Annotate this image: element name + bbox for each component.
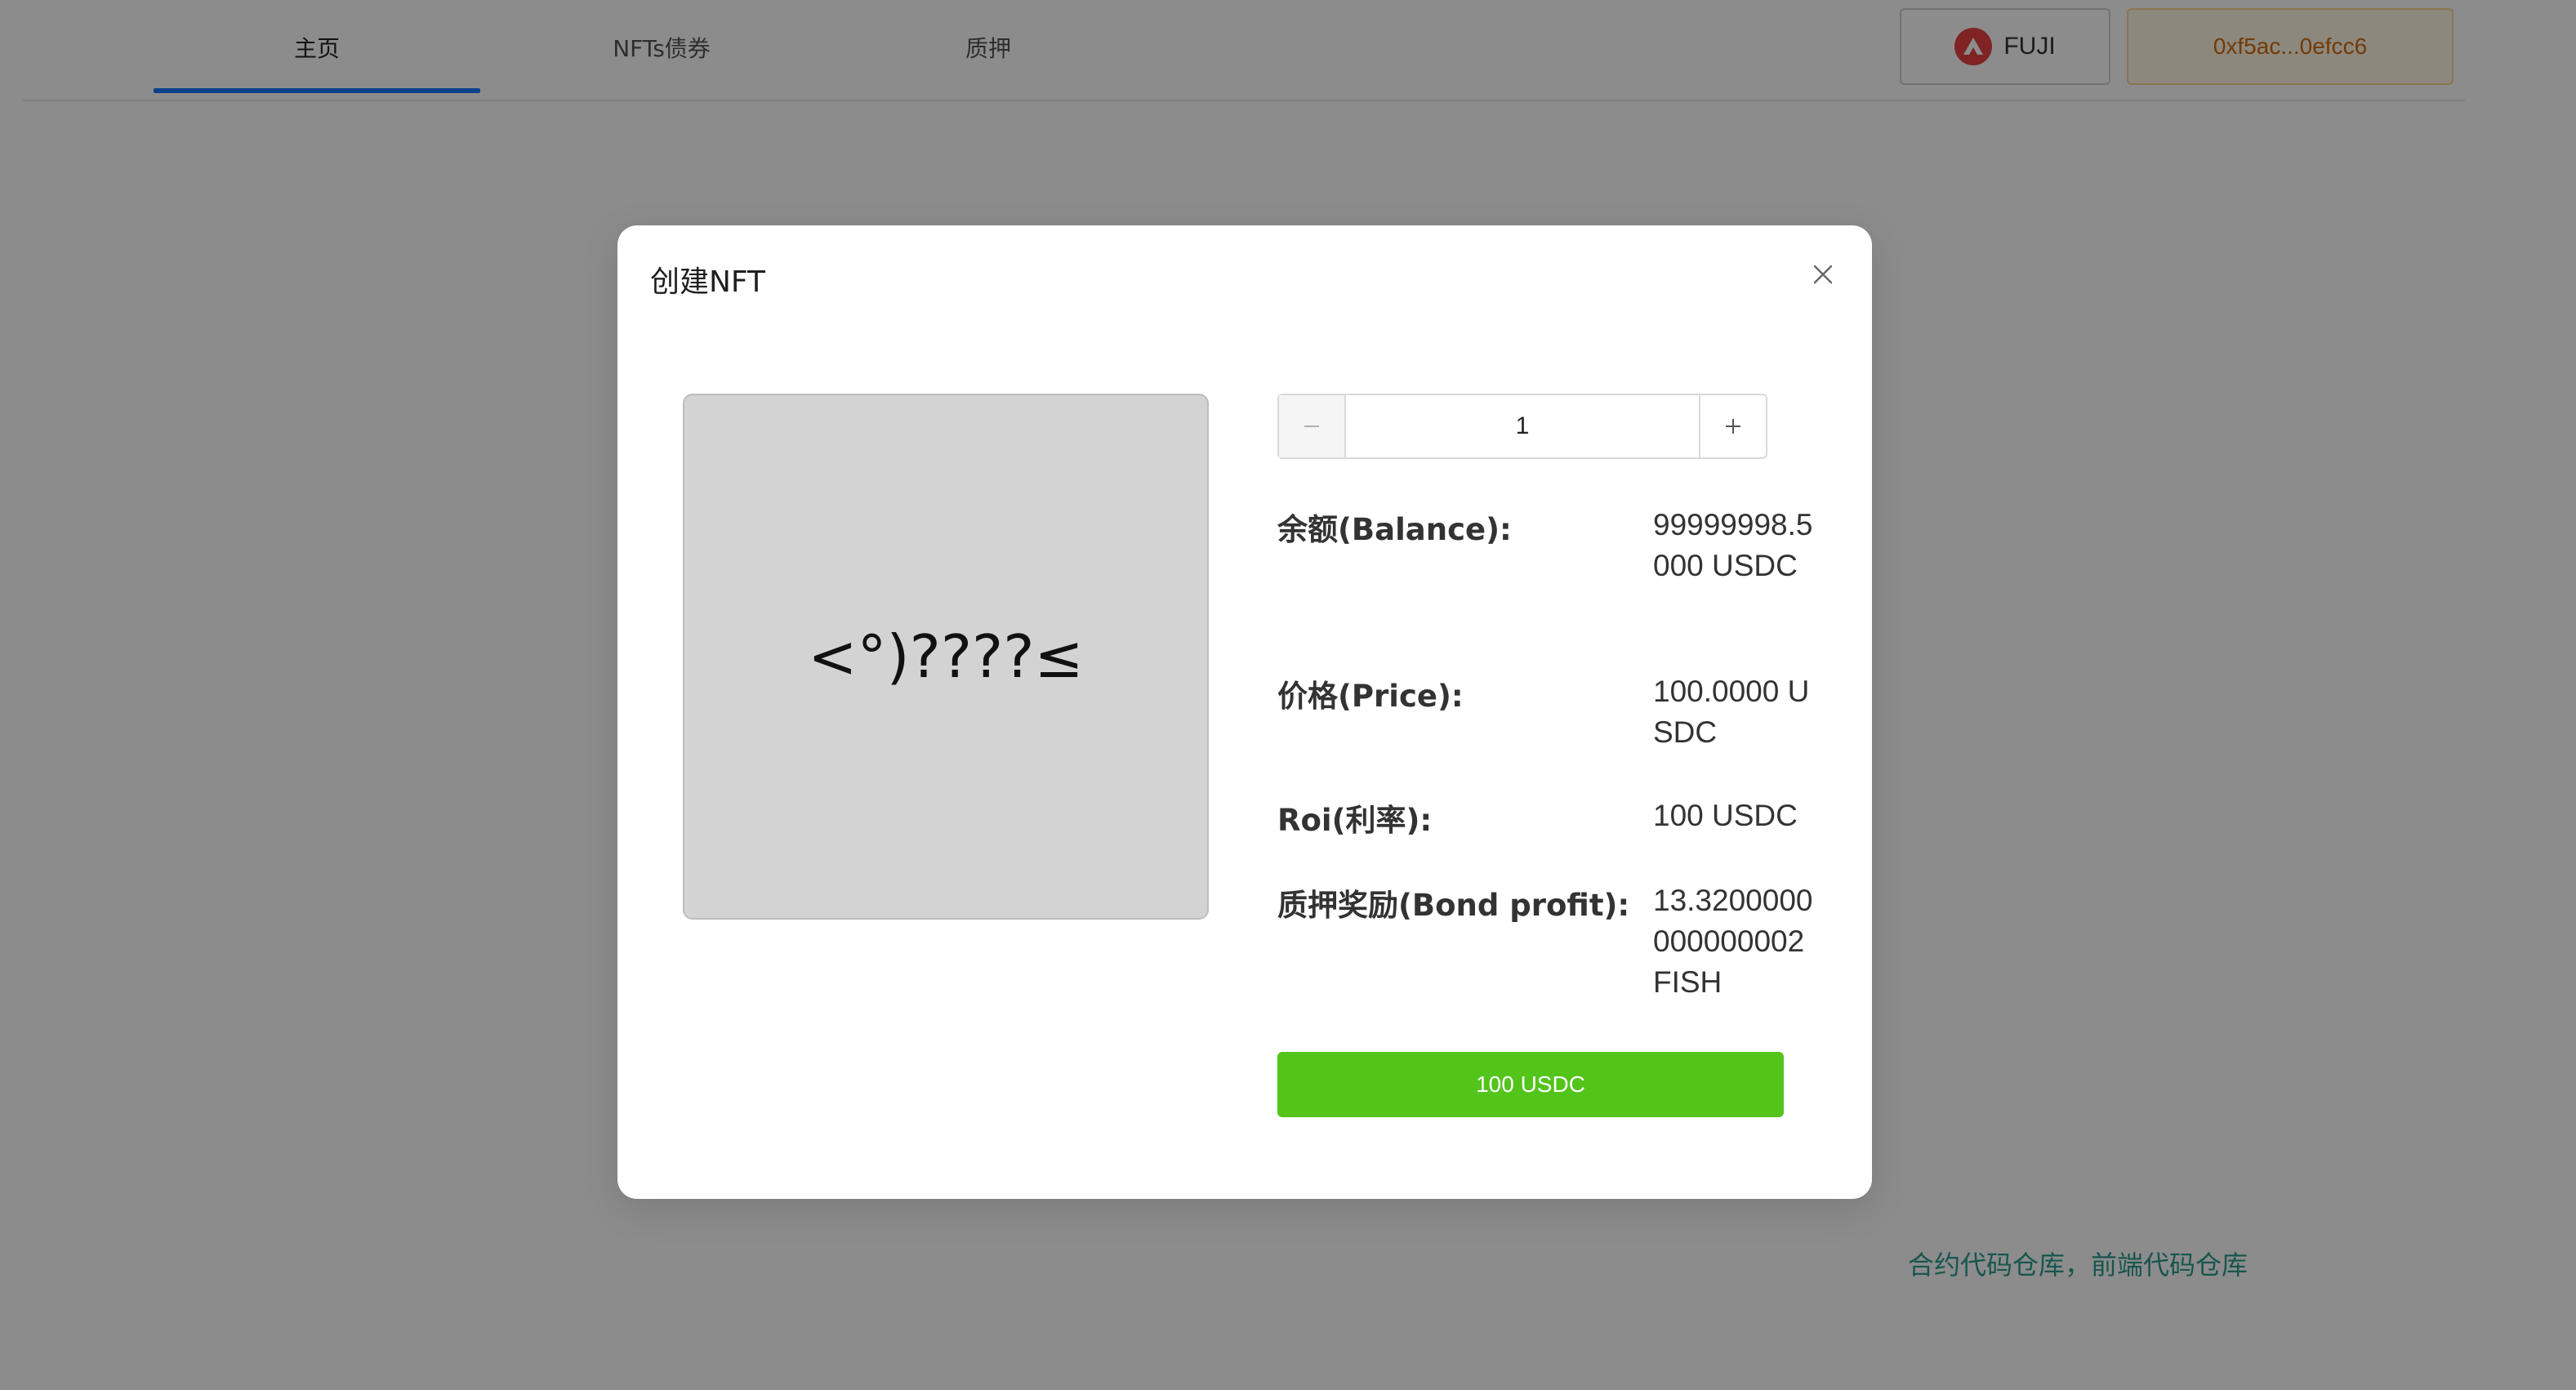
roi-value: 100 USDC bbox=[1653, 799, 1798, 832]
create-nft-modal: 创建NFT <°)????≤ 余额(Balance): 99999998.500… bbox=[617, 225, 1872, 1199]
bond-profit-value: 13.3200000000000002 FISH bbox=[1653, 884, 1813, 999]
decrement-button[interactable] bbox=[1279, 395, 1346, 457]
price-label: 价格(Price): bbox=[1277, 679, 1464, 714]
quantity-stepper bbox=[1277, 394, 1767, 459]
nft-preview-text: <°)????≤ bbox=[808, 622, 1084, 691]
quantity-input[interactable] bbox=[1346, 395, 1699, 457]
balance-value: 99999998.5000 USDC bbox=[1653, 508, 1813, 582]
increment-button[interactable] bbox=[1699, 395, 1766, 457]
plus-icon bbox=[1726, 419, 1740, 434]
buy-nft-button[interactable]: 100 USDC bbox=[1277, 1052, 1784, 1117]
minus-icon bbox=[1304, 425, 1319, 427]
roi-label: Roi(利率): bbox=[1277, 803, 1433, 838]
price-value: 100.0000 USDC bbox=[1653, 675, 1810, 749]
close-icon[interactable] bbox=[1805, 256, 1841, 292]
balance-label: 余额(Balance): bbox=[1277, 512, 1512, 547]
modal-title: 创建NFT bbox=[650, 265, 765, 299]
bond-profit-label: 质押奖励(Bond profit): bbox=[1277, 888, 1630, 923]
nft-preview-image: <°)????≤ bbox=[683, 394, 1209, 920]
